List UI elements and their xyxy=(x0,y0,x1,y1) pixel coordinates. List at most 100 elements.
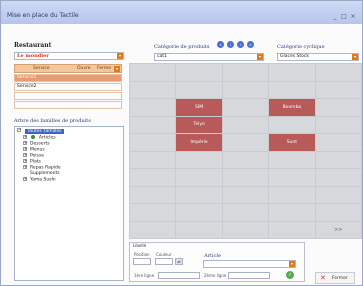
grid-cell[interactable] xyxy=(315,134,361,151)
grid-cell[interactable] xyxy=(176,186,222,203)
grid-cell[interactable] xyxy=(315,81,361,98)
position-label: Position xyxy=(134,252,150,257)
line1-field[interactable] xyxy=(158,272,200,279)
grid-cell[interactable] xyxy=(222,151,269,168)
grid-cell[interactable] xyxy=(269,116,315,133)
grid-cell[interactable] xyxy=(222,134,269,151)
check-icon[interactable]: ✓ xyxy=(286,271,294,279)
grid-cell[interactable] xyxy=(222,81,269,98)
grid-cell[interactable] xyxy=(315,169,361,186)
grid-cell[interactable] xyxy=(130,81,176,98)
grid-cell[interactable] xyxy=(130,99,176,116)
grid-cell[interactable]: Sunt xyxy=(269,134,315,151)
chevron-down-icon[interactable]: ▾ xyxy=(289,261,295,267)
grid-cell[interactable]: SIM xyxy=(176,99,222,116)
grid-cell[interactable] xyxy=(269,204,315,221)
list-item-empty[interactable] xyxy=(14,101,122,109)
grid-cell[interactable] xyxy=(130,64,176,81)
grid-cell[interactable] xyxy=(176,81,222,98)
list-item[interactable]: Service2 xyxy=(14,83,122,91)
expand-icon[interactable]: + xyxy=(23,147,27,151)
grid-cell[interactable] xyxy=(176,64,222,81)
close-button[interactable]: ✕ Fermer xyxy=(315,272,355,284)
grid-cell[interactable] xyxy=(269,151,315,168)
prev-icon[interactable]: ‹ xyxy=(227,41,234,48)
category-select[interactable]: cat1 ▾ xyxy=(154,53,264,61)
grid-cell[interactable] xyxy=(176,204,222,221)
grid-cell[interactable] xyxy=(222,221,269,238)
grid-cell[interactable]: Impérie xyxy=(176,134,222,151)
last-icon[interactable]: » xyxy=(247,41,254,48)
grid-cell[interactable] xyxy=(222,99,269,116)
expand-icon[interactable]: + xyxy=(23,153,27,157)
grid-cell[interactable] xyxy=(269,64,315,81)
tree-node[interactable]: + Articles xyxy=(23,135,56,141)
chevron-down-icon[interactable]: ▾ xyxy=(114,66,120,72)
article-select[interactable]: ▾ xyxy=(203,260,296,268)
services-list: Service1 Service2 xyxy=(14,74,122,112)
grid-cell[interactable] xyxy=(130,134,176,151)
grid-cell[interactable] xyxy=(315,64,361,81)
color-picker-icon[interactable]: ⇄ xyxy=(175,258,183,265)
grid-cell[interactable] xyxy=(222,204,269,221)
expand-icon[interactable]: + xyxy=(23,165,27,169)
tree-node[interactable]: + Yama Sushi xyxy=(23,177,56,183)
grid-cell[interactable]: Boomba xyxy=(269,99,315,116)
tree-node[interactable]: + Repas Rapide xyxy=(23,165,61,171)
grid-cell[interactable] xyxy=(130,221,176,238)
maximize-icon[interactable]: □ xyxy=(341,13,347,20)
restaurant-label: Restaurant xyxy=(14,42,52,49)
grid-cell[interactable] xyxy=(222,186,269,203)
grid-cell[interactable] xyxy=(315,116,361,133)
grid-cell[interactable] xyxy=(269,81,315,98)
first-icon[interactable]: « xyxy=(217,41,224,48)
grid-cell[interactable] xyxy=(269,169,315,186)
group-label: Libellé xyxy=(133,243,147,248)
grid-cell[interactable] xyxy=(130,186,176,203)
line2-label: 2ème ligne xyxy=(204,273,227,278)
close-icon: ✕ xyxy=(320,274,326,282)
product-grid: SIM Boomba Telyo Impérie Sunt >> xyxy=(129,63,362,239)
grid-cell[interactable] xyxy=(176,169,222,186)
position-field[interactable] xyxy=(133,258,151,265)
grid-cell[interactable] xyxy=(269,186,315,203)
chevron-down-icon[interactable]: ▾ xyxy=(257,54,263,60)
expand-icon[interactable]: + xyxy=(23,159,27,163)
grid-cell[interactable] xyxy=(130,169,176,186)
grid-cell[interactable] xyxy=(130,116,176,133)
grid-cell[interactable] xyxy=(130,151,176,168)
grid-cell[interactable] xyxy=(222,116,269,133)
expand-icon[interactable]: + xyxy=(23,135,27,139)
color-field[interactable] xyxy=(155,258,173,265)
expand-icon[interactable]: + xyxy=(23,141,27,145)
grid-cell[interactable] xyxy=(176,151,222,168)
grid-cell[interactable] xyxy=(315,204,361,221)
chevron-down-icon[interactable]: ▾ xyxy=(352,54,358,60)
list-item-empty[interactable] xyxy=(14,92,122,100)
grid-cell[interactable] xyxy=(176,221,222,238)
close-window-icon[interactable]: × xyxy=(350,13,356,20)
list-item[interactable]: Service1 xyxy=(14,74,122,82)
grid-cell[interactable] xyxy=(269,221,315,238)
services-header: Service Ouvre Ferme ▾ xyxy=(14,64,122,73)
grid-cell[interactable] xyxy=(130,204,176,221)
grid-next-button[interactable]: >> xyxy=(315,221,361,238)
collapse-icon[interactable]: − xyxy=(17,128,21,132)
cyclic-select[interactable]: Glaces Stock ▾ xyxy=(277,53,359,61)
tree-node-root[interactable]: − Toutes Familles xyxy=(17,128,64,134)
grid-cell[interactable] xyxy=(315,151,361,168)
line1-label: 1ère ligne xyxy=(134,273,155,278)
window-controls: _ □ × xyxy=(332,13,356,20)
chevron-down-icon[interactable]: ▾ xyxy=(117,53,123,59)
minimize-icon[interactable]: _ xyxy=(332,13,338,20)
line2-field[interactable] xyxy=(228,272,270,279)
grid-cell[interactable] xyxy=(222,169,269,186)
restaurant-select[interactable]: Le mondier ▾ xyxy=(14,52,124,60)
grid-cell[interactable]: Telyo xyxy=(176,116,222,133)
grid-cell[interactable] xyxy=(315,99,361,116)
grid-cell[interactable] xyxy=(315,186,361,203)
tree-node[interactable]: Supplements xyxy=(30,171,60,176)
next-icon[interactable]: › xyxy=(237,41,244,48)
grid-cell[interactable] xyxy=(222,64,269,81)
expand-icon[interactable]: + xyxy=(23,177,27,181)
